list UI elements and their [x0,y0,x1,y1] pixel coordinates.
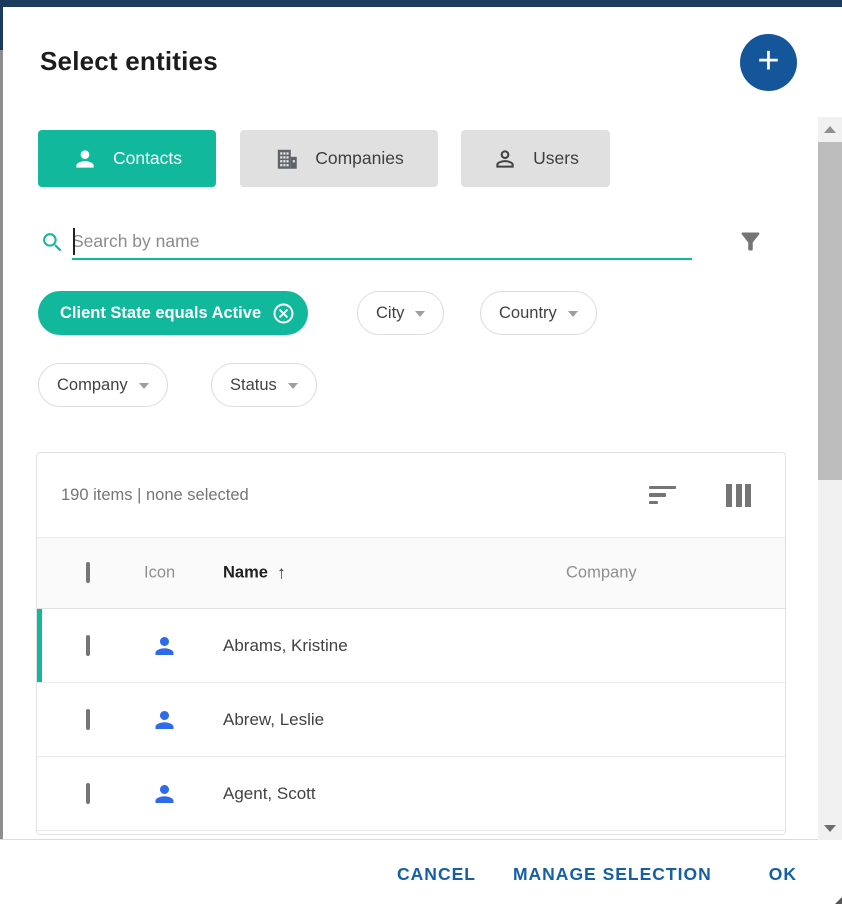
search-icon [40,230,65,255]
scrollbar-thumb[interactable] [818,142,842,480]
window-left-edge-lower [0,50,3,908]
contact-person-icon [151,706,178,733]
scroll-down-icon[interactable] [824,825,836,832]
table-row[interactable]: Agent, Scott [37,757,785,831]
table-row-partial [37,831,785,835]
person-filled-icon [72,146,98,172]
chevron-down-icon [568,311,578,317]
building-icon [274,146,300,172]
plus-icon: + [757,42,779,80]
person-outline-icon [492,146,518,172]
chip-label: Company [57,376,128,395]
table-row[interactable]: Abrams, Kristine [37,609,785,683]
tab-label: Contacts [113,148,182,169]
filter-chip-company[interactable]: Company [38,363,168,407]
tab-label: Companies [315,148,404,169]
results-toolbar: 190 items | none selected [37,453,785,538]
add-entity-button[interactable]: + [740,34,797,91]
contact-person-icon [151,780,178,807]
column-header-company[interactable]: Company [566,564,637,583]
chevron-down-icon [415,311,425,317]
resize-grip-icon [835,897,842,904]
tab-users[interactable]: Users [461,130,610,187]
tab-label: Users [533,148,579,169]
row-checkbox[interactable] [86,635,90,656]
chip-label: City [376,304,404,323]
filter-chip-status[interactable]: Status [211,363,317,407]
filter-funnel-icon[interactable] [737,228,764,255]
row-name: Agent, Scott [223,784,316,804]
chip-label: Country [499,304,557,323]
row-checkbox[interactable] [86,709,90,730]
search-input[interactable] [72,224,692,260]
sort-ascending-icon: ↑ [277,563,286,584]
ok-button[interactable]: OK [769,864,797,885]
row-name: Abrew, Leslie [223,710,324,730]
sort-icon[interactable] [649,486,676,505]
contact-person-icon [151,632,178,659]
page-title: Select entities [40,46,218,77]
window-left-edge [0,7,3,50]
tab-companies[interactable]: Companies [240,130,438,187]
chip-label: Status [230,376,277,395]
remove-filter-icon[interactable] [272,302,295,325]
vertical-scrollbar[interactable] [818,117,842,840]
table-row[interactable]: Abrew, Leslie [37,683,785,757]
table-header-row: Icon Name ↑ Company [37,538,785,609]
dialog-actions: CANCEL MANAGE SELECTION OK [0,840,842,908]
manage-selection-button[interactable]: MANAGE SELECTION [513,864,712,885]
select-all-checkbox[interactable] [86,562,90,583]
columns-icon[interactable] [726,484,751,507]
filter-chip-country[interactable]: Country [480,291,597,335]
scroll-up-icon[interactable] [824,126,836,133]
items-summary: 190 items | none selected [61,486,249,505]
applied-filter-chip[interactable]: Client State equals Active [38,291,308,335]
results-panel: 190 items | none selected Icon Name ↑ Co… [36,452,786,835]
filter-chip-city[interactable]: City [357,291,444,335]
row-checkbox[interactable] [86,783,90,804]
chevron-down-icon [288,383,298,389]
column-header-icon: Icon [144,564,175,583]
chip-label: Client State equals Active [60,304,261,323]
row-highlight-bar [37,609,42,682]
cancel-button[interactable]: CANCEL [397,864,476,885]
tab-contacts[interactable]: Contacts [38,130,216,187]
chevron-down-icon [139,383,149,389]
row-name: Abrams, Kristine [223,636,348,656]
column-header-name[interactable]: Name ↑ [223,563,286,584]
window-top-edge [0,0,842,7]
select-entities-dialog: Select entities + Contacts Companie [0,0,842,908]
text-cursor [73,228,75,255]
